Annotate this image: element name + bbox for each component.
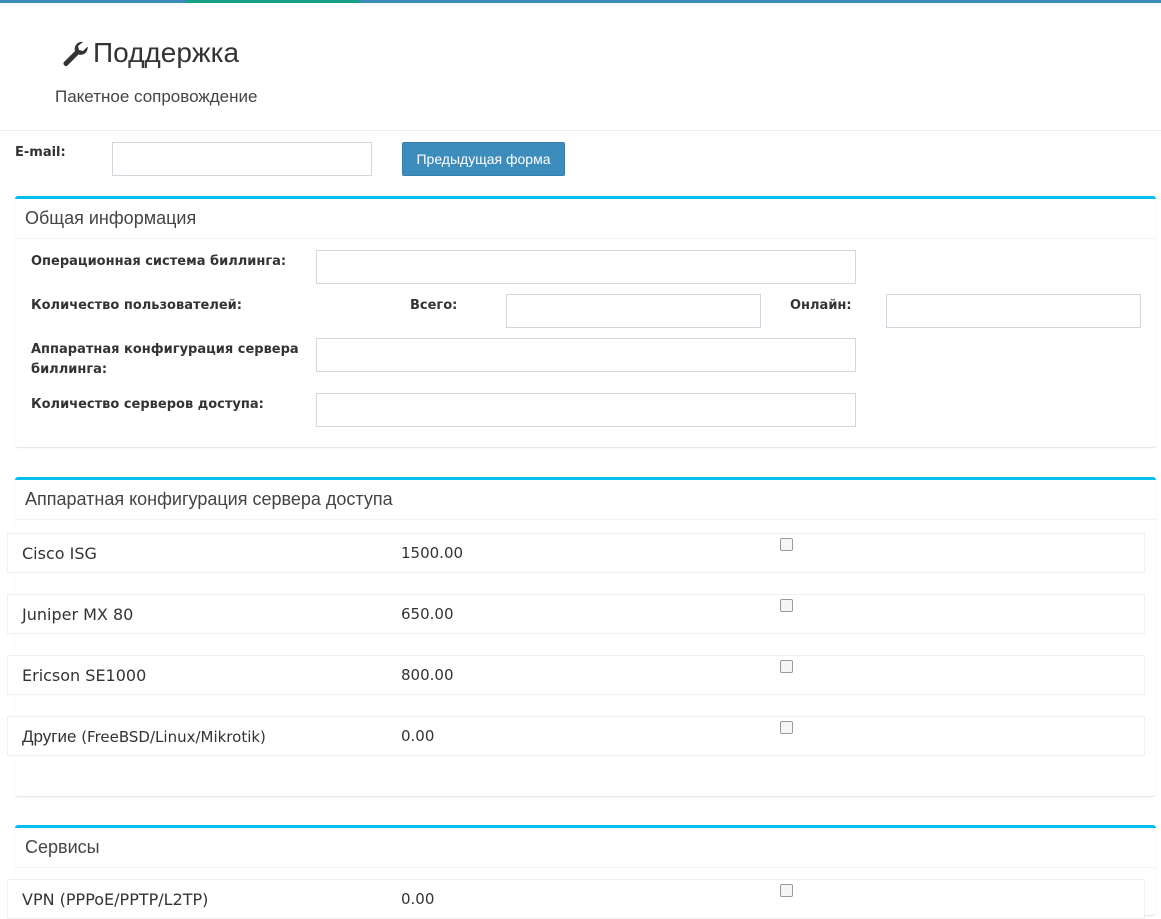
list-item: Ericson SE1000 800.00 bbox=[7, 655, 1145, 695]
page-title-text: Поддержка bbox=[93, 37, 240, 68]
item-name: Juniper MX 80 bbox=[22, 605, 134, 624]
access-hw-box: Аппаратная конфигурация сервера доступа … bbox=[7, 477, 1156, 796]
general-info-box: Общая информация Операционная система би… bbox=[15, 196, 1156, 447]
services-title: Сервисы bbox=[15, 828, 1156, 868]
page-title: Поддержка bbox=[59, 37, 239, 69]
item-price: 1500.00 bbox=[401, 544, 464, 562]
item-checkbox[interactable] bbox=[780, 599, 793, 612]
item-checkbox[interactable] bbox=[780, 721, 793, 734]
access-servers-input[interactable] bbox=[316, 393, 856, 427]
list-item: VPN (PPPoE/PPTP/L2TP) 0.00 bbox=[7, 879, 1145, 919]
users-online-label: Онлайн: bbox=[790, 298, 852, 313]
page-subtitle: Пакетное сопровождение bbox=[55, 87, 258, 106]
item-price: 0.00 bbox=[401, 890, 435, 908]
billing-hw-label-line2: биллинга: bbox=[31, 362, 108, 377]
previous-form-button[interactable]: Предыдущая форма bbox=[402, 142, 565, 176]
billing-hw-input[interactable] bbox=[316, 338, 856, 372]
item-checkbox[interactable] bbox=[780, 884, 793, 897]
access-servers-label: Количество серверов доступа: bbox=[31, 397, 264, 412]
item-name: Ericson SE1000 bbox=[22, 666, 147, 685]
email-label: E-mail: bbox=[15, 145, 66, 160]
services-box: Сервисы VPN (PPPoE/PPTP/L2TP) 0.00 bbox=[7, 825, 1156, 919]
email-row: E-mail: Предыдущая форма bbox=[0, 131, 1161, 191]
access-hw-title: Аппаратная конфигурация сервера доступа bbox=[15, 480, 1156, 520]
billing-os-label: Операционная система биллинга: bbox=[31, 254, 287, 269]
email-input[interactable] bbox=[112, 142, 372, 176]
users-online-input[interactable] bbox=[886, 294, 1141, 328]
item-checkbox[interactable] bbox=[780, 538, 793, 551]
billing-os-input[interactable] bbox=[316, 250, 856, 284]
users-total-label: Всего: bbox=[410, 298, 458, 313]
item-price: 800.00 bbox=[401, 666, 454, 684]
wrench-icon bbox=[59, 38, 89, 68]
item-checkbox[interactable] bbox=[780, 660, 793, 673]
billing-hw-label-line1: Аппаратная конфигурация сервера bbox=[31, 342, 299, 357]
item-name: Другие (FreeBSD/Linux/Mikrotik) bbox=[22, 727, 266, 746]
list-item: Juniper MX 80 650.00 bbox=[7, 594, 1145, 634]
item-name: VPN (PPPoE/PPTP/L2TP) bbox=[22, 890, 209, 909]
page-header: Поддержка Пакетное сопровождение bbox=[0, 3, 1161, 131]
item-price: 650.00 bbox=[401, 605, 454, 623]
item-name: Cisco ISG bbox=[22, 544, 97, 563]
users-count-label: Количество пользователей: bbox=[31, 298, 242, 313]
users-total-input[interactable] bbox=[506, 294, 761, 328]
list-item: Другие (FreeBSD/Linux/Mikrotik) 0.00 bbox=[7, 716, 1145, 756]
item-price: 0.00 bbox=[401, 727, 435, 745]
list-item: Cisco ISG 1500.00 bbox=[7, 533, 1145, 573]
general-info-title: Общая информация bbox=[15, 199, 1156, 239]
